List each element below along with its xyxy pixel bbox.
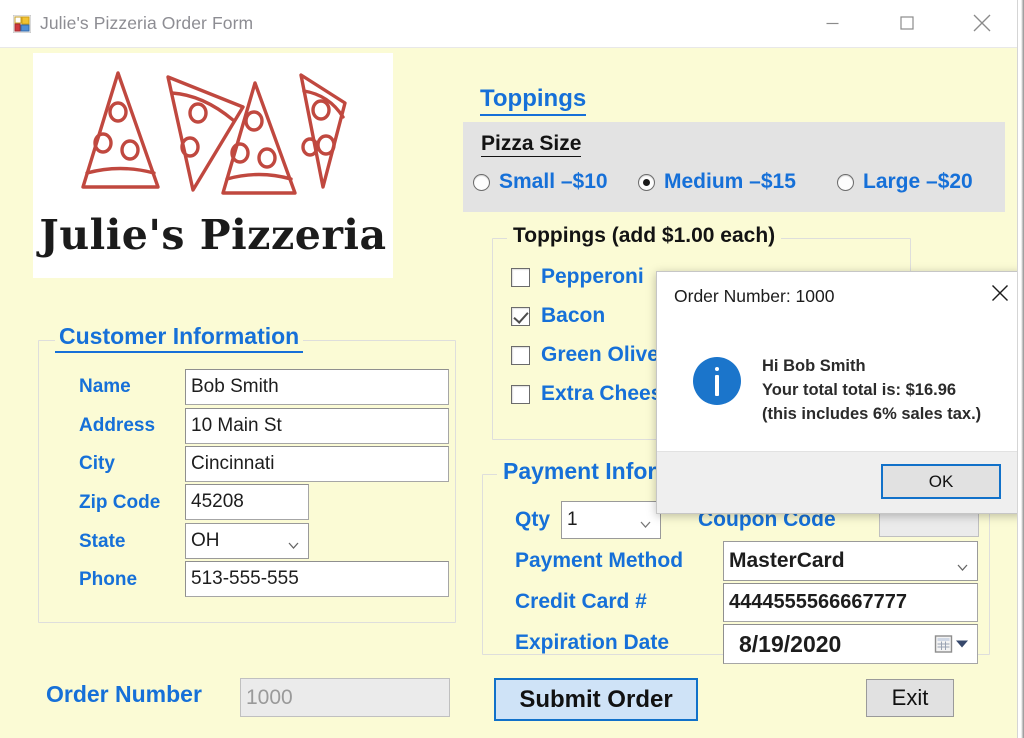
state-label: State: [79, 531, 126, 552]
radio-small-indicator: [473, 173, 490, 191]
payment-method-select[interactable]: MasterCard: [723, 541, 978, 581]
zip-code-label: Zip Code: [79, 492, 161, 513]
dialog-message-line1: Hi Bob Smith: [762, 357, 866, 375]
phone-label: Phone: [79, 569, 138, 590]
close-icon[interactable]: [957, 0, 1007, 46]
checkbox-bacon-indicator: [511, 306, 530, 326]
dialog-message: Hi Bob Smith Your total total is: $16.96…: [762, 354, 981, 426]
toppings-heading: Toppings: [480, 85, 587, 116]
checkbox-pepperoni-indicator: [511, 267, 530, 287]
payment-method-value: MasterCard: [729, 549, 845, 572]
radio-large-label: Large –$20: [863, 170, 973, 193]
order-number-input: 1000: [240, 678, 450, 717]
address-label: Address: [79, 415, 156, 436]
pizza-slices-icon: [73, 65, 353, 220]
toppings-legend: Toppings (add $1.00 each): [507, 224, 782, 248]
title-bar: Julie's Pizzeria Order Form: [0, 0, 1017, 48]
phone-input[interactable]: 513-555-555: [185, 561, 449, 597]
checkbox-extra-cheese-indicator: [511, 384, 530, 404]
expiration-date-picker[interactable]: 8/19/2020: [723, 624, 978, 664]
checkbox-green-olives-indicator: [511, 345, 530, 365]
order-confirmation-dialog: Order Number: 1000 Hi Bob Smith Your tot…: [656, 271, 1017, 514]
pizza-size-legend: Pizza Size: [481, 132, 582, 157]
window-title: Julie's Pizzeria Order Form: [40, 13, 254, 33]
logo-wordmark: Julie's Pizzeria: [39, 211, 387, 259]
checkbox-bacon-label: Bacon: [541, 304, 606, 327]
company-logo: Julie's Pizzeria: [33, 53, 393, 278]
radio-large-indicator: [837, 173, 854, 191]
state-select[interactable]: OH: [185, 523, 309, 559]
checkbox-green-olives[interactable]: Green Olives: [511, 343, 671, 367]
state-select-value: OH: [191, 530, 220, 551]
dialog-title: Order Number: 1000: [674, 286, 835, 306]
info-icon: [693, 357, 741, 405]
minimize-button[interactable]: [808, 0, 858, 46]
customer-information-legend: Customer Information: [55, 323, 304, 353]
chevron-down-icon: [957, 555, 968, 571]
exit-button[interactable]: Exit: [866, 679, 954, 717]
order-number-label: Order Number: [46, 681, 202, 707]
qty-select-value: 1: [567, 509, 578, 530]
expiration-date-label: Expiration Date: [515, 631, 670, 654]
application-window: Julie's Pizzeria Order Form Julie's Pizz…: [0, 0, 1017, 738]
name-label: Name: [79, 376, 131, 397]
radio-small-label: Small –$10: [499, 170, 608, 193]
radio-medium-label: Medium –$15: [664, 170, 796, 193]
expiration-date-value: 8/19/2020: [739, 630, 842, 657]
chevron-down-icon: [640, 514, 651, 528]
radio-medium-indicator: [638, 173, 655, 191]
submit-order-button[interactable]: Submit Order: [494, 678, 698, 721]
dialog-ok-button[interactable]: OK: [881, 464, 1001, 499]
checkbox-green-olives-label: Green Olives: [541, 343, 671, 366]
calendar-icon: [934, 635, 969, 654]
radio-size-medium[interactable]: Medium –$15: [638, 170, 796, 194]
dialog-close-icon[interactable]: [977, 272, 1017, 314]
credit-card-input[interactable]: 4444555566667777: [723, 583, 978, 622]
name-input[interactable]: Bob Smith: [185, 369, 449, 405]
payment-method-label: Payment Method: [515, 549, 684, 572]
checkbox-extra-cheese[interactable]: Extra Cheese: [511, 382, 674, 406]
checkbox-extra-cheese-label: Extra Cheese: [541, 382, 675, 405]
dialog-message-line2: Your total total is: $16.96: [762, 381, 957, 399]
address-input[interactable]: 10 Main St: [185, 408, 449, 444]
credit-card-label: Credit Card #: [515, 590, 647, 613]
zip-code-input[interactable]: 45208: [185, 484, 309, 520]
pizza-size-group: Pizza Size Small –$10 Medium –$15 Large …: [463, 122, 1005, 212]
checkbox-pepperoni[interactable]: Pepperoni: [511, 265, 644, 289]
checkbox-pepperoni-label: Pepperoni: [541, 265, 644, 288]
checkbox-bacon[interactable]: Bacon: [511, 304, 605, 328]
winforms-icon: [12, 14, 32, 34]
city-input[interactable]: Cincinnati: [185, 446, 449, 482]
dialog-footer: OK: [657, 451, 1017, 513]
radio-size-large[interactable]: Large –$20: [837, 170, 973, 194]
qty-select[interactable]: 1: [561, 501, 661, 539]
city-label: City: [79, 453, 115, 474]
chevron-down-icon: [288, 535, 299, 549]
radio-size-small[interactable]: Small –$10: [473, 170, 608, 194]
customer-information-group: Customer Information Name Address City Z…: [38, 323, 456, 623]
maximize-button[interactable]: [882, 0, 932, 46]
qty-label: Qty: [515, 508, 551, 531]
dialog-message-line3: (this includes 6% sales tax.): [762, 405, 982, 423]
